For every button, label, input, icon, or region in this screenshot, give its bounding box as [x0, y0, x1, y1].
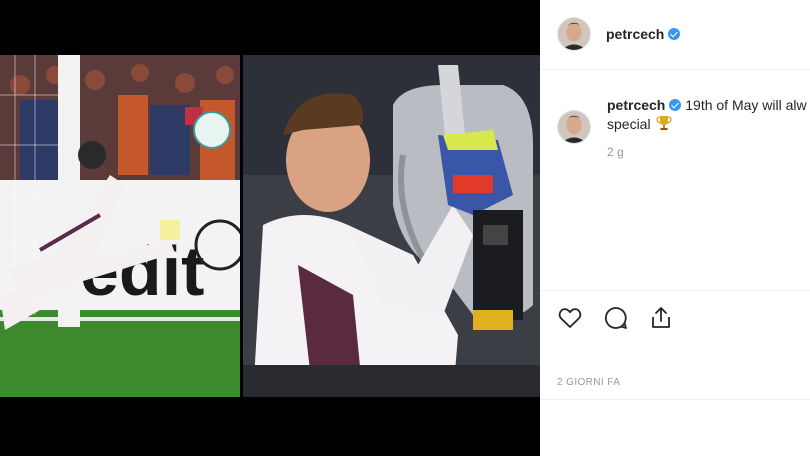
- verified-badge-icon: [669, 99, 682, 111]
- header-username[interactable]: petrcech: [606, 26, 681, 42]
- caption-comment: petrcech 19th of May will alw special 2 …: [540, 70, 810, 290]
- trophy-kiss-image: [243, 55, 540, 397]
- heart-icon[interactable]: [556, 304, 584, 332]
- divider: [540, 399, 810, 400]
- comment-icon[interactable]: [602, 304, 630, 332]
- username-text[interactable]: petrcech: [606, 26, 664, 42]
- post-media[interactable]: edit: [0, 0, 540, 456]
- share-icon[interactable]: [647, 304, 675, 332]
- verified-badge-icon: [668, 28, 681, 40]
- goalkeeper-dive-image: edit: [0, 55, 240, 397]
- photo-trophy-kiss: [243, 55, 540, 397]
- avatar[interactable]: [557, 17, 591, 51]
- caption-username[interactable]: petrcech: [607, 97, 665, 113]
- caption-text: petrcech 19th of May will alw special: [607, 96, 810, 134]
- avatar-image: [558, 18, 590, 50]
- trophy-icon: [656, 116, 673, 130]
- caption-line2: special: [607, 116, 651, 132]
- caption-line1: 19th of May will alw: [685, 97, 807, 113]
- caption-avatar[interactable]: [557, 110, 591, 144]
- post-actions: 2 GIORNI FA: [540, 290, 810, 400]
- caption-avatar-image: [558, 111, 590, 143]
- post-date[interactable]: 2 GIORNI FA: [557, 377, 620, 388]
- comment-time: 2 g: [607, 145, 624, 159]
- post-info-panel: petrcech petrcech 19th of May will alw s…: [540, 0, 810, 456]
- photo-goalkeeper-dive: edit: [0, 55, 240, 397]
- post-header: petrcech: [540, 0, 810, 70]
